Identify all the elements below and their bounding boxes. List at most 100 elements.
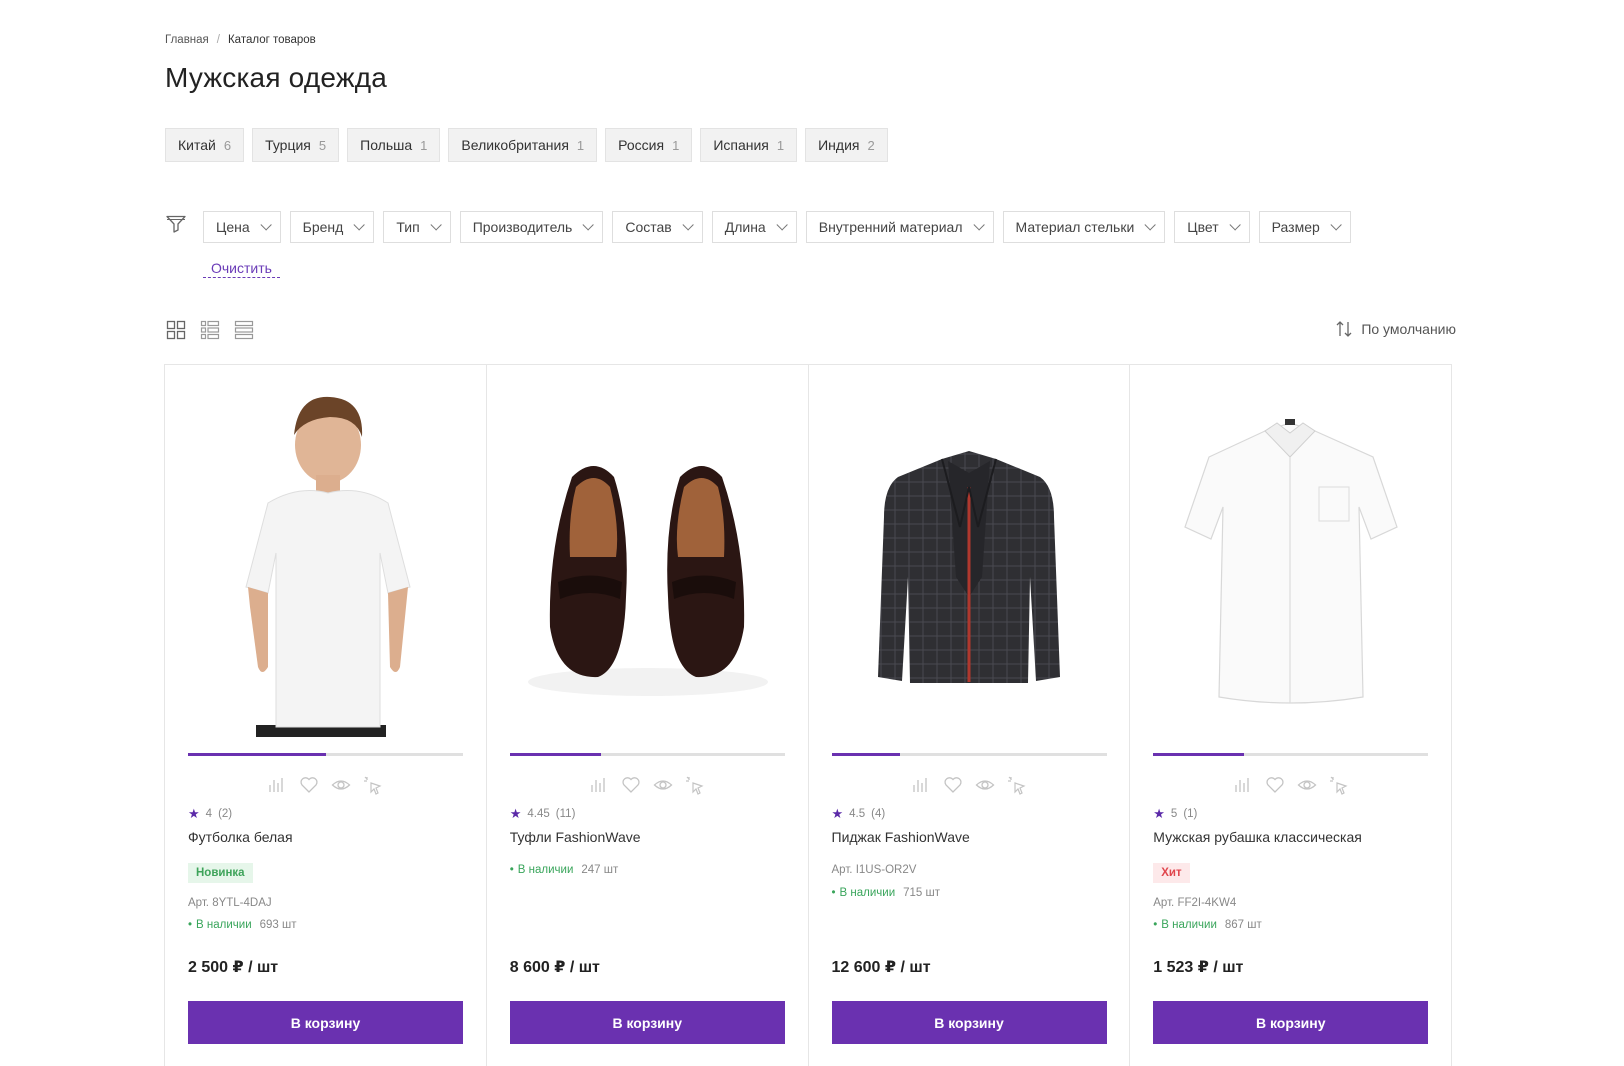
country-tag-count: 1 (776, 137, 785, 153)
product-name[interactable]: Пиджак FashionWave (832, 829, 970, 845)
filter-label: Производитель (472, 219, 573, 235)
breadcrumb-current[interactable]: Каталог товаров (228, 34, 316, 46)
list-view-icon[interactable] (200, 320, 220, 340)
eye-icon[interactable] (975, 775, 995, 795)
filter-type[interactable]: Тип (383, 211, 451, 243)
stock-status: В наличии 247 шт (510, 864, 618, 876)
stock-label: В наличии (510, 864, 574, 876)
stock-label: В наличии (188, 919, 252, 931)
product-image-shirt[interactable] (1153, 377, 1428, 737)
product-article: Арт. FF2I-4KW4 (1153, 897, 1237, 909)
add-to-cart-button[interactable]: В корзину (509, 1001, 785, 1044)
image-gallery-progress (831, 753, 1107, 756)
table-view-icon[interactable] (234, 320, 254, 340)
review-count: (4) (871, 808, 886, 820)
grid-view-icon[interactable] (166, 320, 186, 340)
compare-icon[interactable] (1233, 775, 1253, 795)
product-name[interactable]: Мужская рубашка классическая (1153, 829, 1362, 845)
heart-icon[interactable] (299, 775, 319, 795)
product-card: ★ 4.5 (4) Пиджак FashionWave Арт. I1US-OR2… (809, 365, 1131, 1066)
quick-order-icon[interactable] (685, 775, 705, 795)
product-image-shoes[interactable] (510, 377, 785, 737)
filter-label: Размер (1271, 219, 1320, 235)
heart-icon[interactable] (621, 775, 641, 795)
stock-qty: 693 шт (259, 919, 297, 931)
filter-manufacturer[interactable]: Производитель (459, 211, 604, 243)
quick-order-icon[interactable] (363, 775, 383, 795)
filter-label: Тип (396, 219, 420, 235)
sort-label: По умолчанию (1361, 321, 1456, 337)
quick-order-icon[interactable] (1007, 775, 1027, 795)
star-icon: ★ (509, 806, 522, 821)
country-tag-label: Индия (818, 137, 860, 153)
country-tag-label: Испания (713, 137, 769, 153)
country-tag[interactable]: Испания 1 (700, 128, 798, 162)
product-image-jacket[interactable] (832, 377, 1107, 737)
country-tag-label: Китай (178, 137, 216, 153)
rating-value: 4.45 (527, 808, 550, 820)
product-image-tshirt[interactable] (188, 377, 463, 737)
compare-icon[interactable] (911, 775, 931, 795)
filter-label: Длина (724, 219, 766, 235)
breadcrumb: Главная / Каталог товаров (165, 34, 316, 46)
filter-length[interactable]: Длина (711, 211, 797, 243)
country-tag-count: 5 (318, 137, 327, 153)
filter-inner-material[interactable]: Внутренний материал (805, 211, 994, 243)
eye-icon[interactable] (1297, 775, 1317, 795)
review-count: (11) (555, 808, 576, 820)
product-rating: ★ 4.45 (11) (510, 806, 576, 822)
chevron-down-icon (682, 219, 694, 231)
country-tag-label: Польша (360, 137, 413, 153)
country-tag[interactable]: Великобритания 1 (448, 128, 598, 162)
view-toggles (166, 320, 254, 340)
add-to-cart-button[interactable]: В корзину (1153, 1001, 1429, 1044)
breadcrumb-home[interactable]: Главная (165, 34, 209, 46)
chevron-down-icon (353, 219, 366, 231)
eye-icon[interactable] (653, 775, 673, 795)
product-price: 12 600 ₽ / шт (831, 959, 931, 976)
product-card: ★ 4.45 (11) Туфли FashionWave В наличии 247… (487, 365, 809, 1066)
filter-label: Цвет (1187, 219, 1219, 235)
filter-size[interactable]: Размер (1258, 211, 1351, 243)
compare-icon[interactable] (589, 775, 609, 795)
country-tag-label: Турция (265, 137, 311, 153)
filter-composition[interactable]: Состав (612, 211, 703, 243)
breadcrumb-separator: / (216, 34, 220, 46)
add-to-cart-button[interactable]: В корзину (188, 1001, 463, 1044)
country-tag[interactable]: Польша 1 (347, 128, 441, 162)
filter-brand[interactable]: Бренд (289, 211, 375, 243)
country-tag[interactable]: Индия 2 (805, 128, 888, 162)
country-tag-count: 1 (420, 137, 428, 153)
product-actions (809, 775, 1130, 795)
product-article: Арт. I1US-OR2V (831, 864, 917, 876)
chevron-down-icon (776, 219, 788, 231)
sort-dropdown[interactable]: По умолчанию (1335, 320, 1456, 338)
compare-icon[interactable] (267, 775, 287, 795)
rating-value: 4.5 (849, 808, 866, 820)
filter-bar: Цена Бренд Тип Производитель Состав Длин… (203, 211, 1363, 278)
product-name[interactable]: Туфли FashionWave (510, 829, 641, 845)
filter-price[interactable]: Цена (203, 211, 281, 243)
rating-value: 5 (1170, 808, 1178, 820)
gallery-progress-fill (1153, 753, 1244, 756)
country-tag[interactable]: Россия 1 (605, 128, 693, 162)
eye-icon[interactable] (331, 775, 351, 795)
country-tags: Китай 6 Турция 5 Польша 1 Великобритания 1 Р… (165, 128, 888, 162)
stock-status: В наличии 715 шт (832, 887, 940, 899)
star-icon: ★ (831, 806, 844, 821)
filter-insole-material[interactable]: Материал стельки (1002, 211, 1166, 243)
funnel-icon[interactable] (166, 215, 186, 233)
heart-icon[interactable] (943, 775, 963, 795)
product-name[interactable]: Футболка белая (188, 829, 293, 845)
add-to-cart-button[interactable]: В корзину (831, 1001, 1107, 1044)
heart-icon[interactable] (1265, 775, 1285, 795)
country-tag-count: 1 (576, 137, 585, 153)
product-article: Арт. 8YTL-4DAJ (188, 897, 272, 909)
filter-color[interactable]: Цвет (1174, 211, 1250, 243)
clear-filters-link[interactable]: Очистить (203, 258, 280, 278)
stock-qty: 867 шт (1224, 919, 1262, 931)
image-gallery-progress (1153, 753, 1429, 756)
quick-order-icon[interactable] (1329, 775, 1349, 795)
country-tag[interactable]: Китай 6 (165, 128, 245, 162)
country-tag[interactable]: Турция 5 (252, 128, 340, 162)
